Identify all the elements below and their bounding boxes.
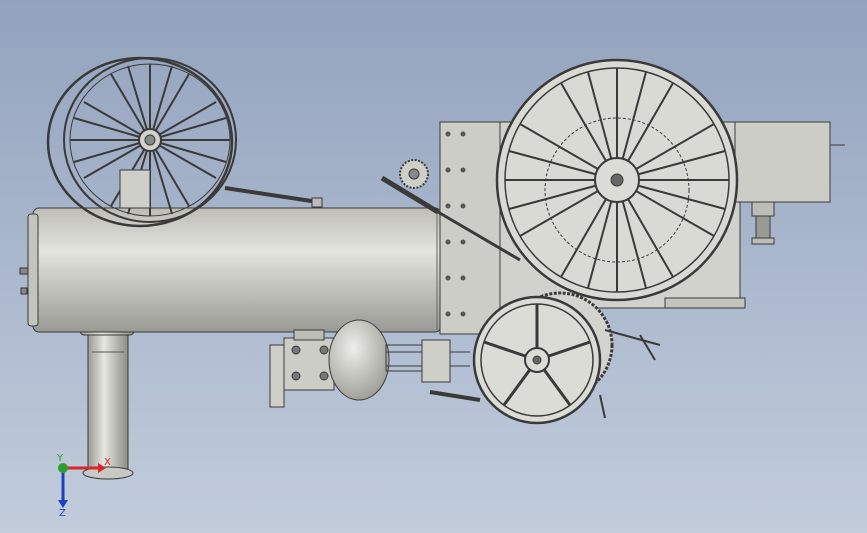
steam-engine-model[interactable]: X Y Z [0, 0, 867, 533]
boiler-barrel [19, 207, 442, 333]
triad-x-label: X [104, 457, 111, 468]
crank-wheel [472, 291, 661, 425]
exhaust-pipe [79, 316, 135, 480]
cad-viewport[interactable]: X Y Z [0, 0, 867, 533]
triad-z-label: Z [59, 508, 66, 519]
left-flywheel [46, 56, 323, 228]
triad-y-label: Y [56, 453, 64, 464]
drive-wheel [495, 58, 739, 302]
